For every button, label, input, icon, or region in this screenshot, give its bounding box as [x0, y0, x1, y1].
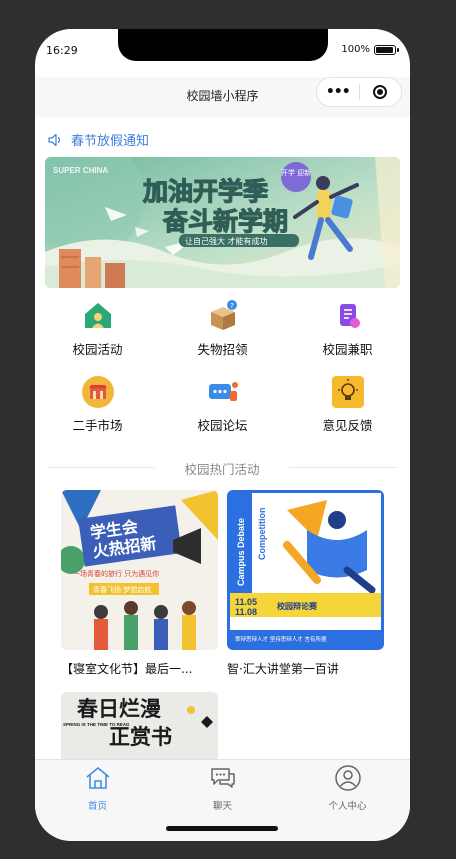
poster-date-1: 11.05 — [235, 597, 257, 607]
home-icon — [85, 767, 110, 789]
activity-card[interactable]: 春日烂漫 正赏书 SPRING IS THE TIME TO READ — [61, 692, 218, 759]
status-time: 16:29 — [46, 44, 78, 57]
poster-en-2: Competition — [257, 508, 267, 561]
section-title: 校园热门活动 — [184, 462, 260, 477]
poster-sub: 校园辩论赛 — [277, 601, 318, 611]
grid-item-market[interactable]: 二手市场 — [35, 375, 160, 434]
section-header: 校园热门活动 — [47, 459, 397, 477]
tab-label-profile: 个人中心 — [328, 801, 367, 812]
tab-profile[interactable]: 个人中心 — [285, 764, 410, 812]
phone-screen: 16:29 100% 校园墙小程序 ••• 春节放假通知 SUPER CHINA… — [35, 29, 410, 841]
grid-item-forum[interactable]: 校园论坛 — [160, 375, 285, 434]
grid-item-activity[interactable]: 校园活动 — [35, 299, 160, 358]
poster-tag: 青春飞扬 梦想启航 — [93, 585, 151, 594]
battery-icon — [374, 44, 399, 55]
notice-bar[interactable]: 春节放假通知 — [48, 130, 149, 149]
activity-card-poster: Campus Debate Competition 11.05 11.08 校园… — [227, 490, 384, 650]
market-icon — [81, 376, 114, 408]
status-battery: 100% — [341, 44, 399, 55]
close-button[interactable] — [359, 85, 401, 99]
tab-label-home: 首页 — [87, 801, 107, 812]
banner-image: SUPER CHINA 加油开学季 奋斗新学期 让自己强大 才能有成功 开学 迎… — [45, 157, 400, 288]
speaker-icon — [48, 133, 60, 146]
activity-card-poster: 春日烂漫 正赏书 SPRING IS THE TIME TO READ — [61, 692, 218, 759]
banner-headline-1: 加油开学季 — [142, 177, 268, 206]
feedback-icon — [331, 376, 364, 408]
tab-label-chat: 聊天 — [212, 801, 232, 812]
grid-item-lost-found[interactable]: ? 失物招领 — [160, 299, 285, 358]
grid-item-feedback[interactable]: 意见反馈 — [285, 375, 410, 434]
tab-chat[interactable]: 聊天 — [160, 764, 285, 812]
banner-tagline: 让自己强大 才能有成功 — [185, 236, 268, 246]
poster-side: SPRING IS THE TIME TO READ — [63, 722, 130, 727]
grid-label-activity: 校园活动 — [72, 342, 123, 357]
forum-icon — [208, 382, 238, 401]
grid-label-part-time: 校园兼职 — [322, 342, 373, 357]
banner-badge: 开学 迎新 — [281, 168, 311, 177]
activity-card-poster: 学生会 火热招新 一场青春的旅行 只为遇见你 青春飞扬 梦想启航 — [61, 490, 218, 650]
battery-percent: 100% — [341, 44, 370, 55]
activity-icon — [84, 303, 111, 328]
banner-headline-2: 奋斗新学期 — [162, 207, 288, 236]
mini-program-capsule: ••• — [316, 77, 402, 107]
grid-label-forum: 校园论坛 — [197, 418, 248, 433]
banner-brand: SUPER CHINA — [53, 166, 108, 175]
poster-row: 策辩思辩人才 坚持思辩人才 言有所据 — [235, 635, 327, 643]
navbar: 校园墙小程序 ••• — [35, 77, 410, 117]
notch — [118, 29, 328, 61]
poster-line-2: 正赏书 — [109, 725, 172, 749]
section-divider-right — [289, 467, 397, 468]
tab-home[interactable]: 首页 — [35, 764, 160, 812]
poster-date-2: 11.08 — [235, 607, 257, 617]
home-indicator — [166, 826, 278, 831]
activity-card-title: 智·汇大讲堂第一百讲 — [227, 662, 339, 676]
grid-item-part-time[interactable]: 校园兼职 — [285, 299, 410, 358]
lost-found-icon: ? — [210, 300, 237, 330]
grid-label-lost-found: 失物招领 — [197, 342, 248, 357]
chat-icon — [210, 768, 235, 788]
part-time-icon — [339, 304, 360, 328]
close-target-icon — [373, 85, 388, 99]
svg-text:?: ? — [230, 302, 234, 310]
grid-label-feedback: 意见反馈 — [322, 418, 373, 433]
poster-line-1: 春日烂漫 — [77, 697, 161, 721]
profile-icon — [334, 765, 361, 791]
more-menu-button[interactable]: ••• — [317, 84, 359, 100]
activity-card[interactable]: Campus Debate Competition 11.05 11.08 校园… — [227, 490, 384, 677]
poster-sub: 一场青春的旅行 只为遇见你 — [73, 569, 159, 578]
poster-en-1: Campus Debate — [236, 518, 246, 586]
activity-card[interactable]: 学生会 火热招新 一场青春的旅行 只为遇见你 青春飞扬 梦想启航 【寝室文化节】… — [61, 490, 218, 677]
grid-label-market: 二手市场 — [72, 418, 123, 433]
notice-text: 春节放假通知 — [71, 134, 150, 149]
banner-carousel[interactable]: SUPER CHINA 加油开学季 奋斗新学期 让自己强大 才能有成功 开学 迎… — [45, 157, 400, 288]
activity-card-title: 【寝室文化节】最后一... — [61, 662, 193, 676]
